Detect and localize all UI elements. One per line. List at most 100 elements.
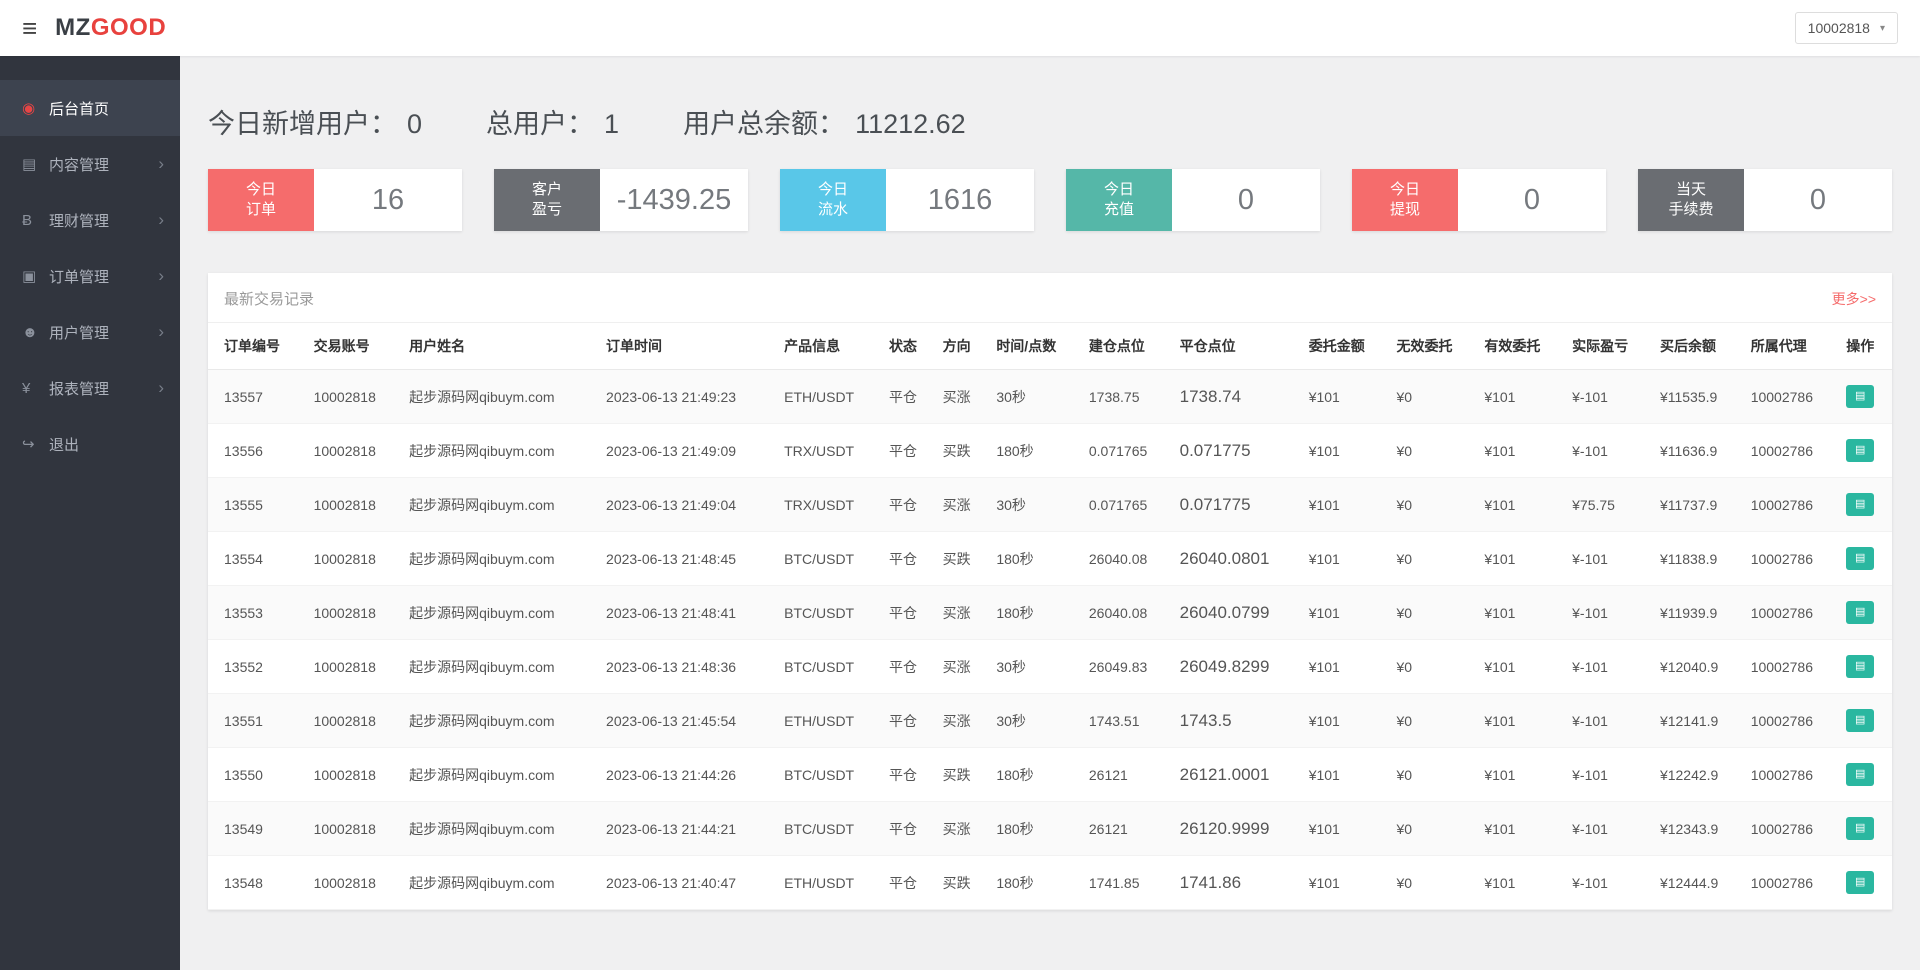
- cell-agent: 10002786: [1742, 639, 1839, 694]
- cell-direction: 买涨: [934, 585, 989, 640]
- chevron-right-icon: ›: [158, 266, 164, 285]
- sidebar-item-home[interactable]: ◉ 后台首页: [0, 80, 180, 136]
- sidebar-item-user[interactable]: ☻ 用户管理 ›: [0, 304, 180, 360]
- cell-balance: ¥12242.9: [1651, 747, 1743, 802]
- sidebar-item-report[interactable]: ¥ 报表管理 ›: [0, 360, 180, 416]
- cell-order_id: 13552: [208, 639, 306, 694]
- table-row: 13552 10002818 起步源码网qibuym.com 2023-06-13 2…: [208, 639, 1892, 694]
- stat-card-label-line: 今日: [1103, 180, 1134, 198]
- cell-invalid: ¥0: [1388, 531, 1477, 586]
- stat-card-label-line: 客户: [531, 180, 562, 198]
- stat-card-label: 客户 盈亏: [494, 169, 600, 231]
- cell-operation: ▤: [1838, 531, 1892, 586]
- app-logo: MZGOOD: [55, 14, 166, 42]
- cell-product: BTC/USDT: [776, 801, 881, 856]
- table-row: 13550 10002818 起步源码网qibuym.com 2023-06-13 2…: [208, 747, 1892, 802]
- cell-status: 平仓: [881, 531, 935, 586]
- cell-status: 平仓: [881, 369, 935, 424]
- cell-entrust: ¥101: [1300, 531, 1389, 586]
- cell-username: 起步源码网qibuym.com: [401, 585, 599, 640]
- row-detail-button[interactable]: ▤: [1846, 493, 1875, 516]
- sidebar-item-content[interactable]: ▤ 内容管理 ›: [0, 136, 180, 192]
- cell-open_price: 1741.85: [1080, 855, 1172, 910]
- cell-account: 10002818: [305, 369, 402, 424]
- cell-direction: 买跌: [934, 531, 989, 586]
- account-dropdown[interactable]: 10002818 ▾: [1794, 12, 1898, 44]
- row-detail-button[interactable]: ▤: [1846, 709, 1875, 732]
- cell-profit: ¥-101: [1564, 369, 1652, 424]
- sidebar-item-label: 理财管理: [49, 212, 110, 230]
- stat-card-label-line: 今日: [1389, 180, 1420, 198]
- row-detail-button[interactable]: ▤: [1846, 439, 1875, 462]
- cell-balance: ¥11636.9: [1651, 423, 1743, 478]
- sidebar-item-finance[interactable]: Ƀ 理财管理 ›: [0, 192, 180, 248]
- table-header-row: 订单编号 交易账号 用户姓名 订单时间 产品信息 状态 方向 时间/点数 建仓点位 平仓点位 委托金…: [208, 322, 1892, 370]
- cell-open_price: 26121: [1080, 747, 1172, 802]
- cell-open_price: 0.071765: [1080, 423, 1172, 478]
- cell-product: ETH/USDT: [776, 855, 881, 910]
- cell-duration: 180秒: [988, 855, 1081, 910]
- cell-username: 起步源码网qibuym.com: [401, 693, 599, 748]
- cell-close_price: 1743.5: [1171, 693, 1301, 748]
- cell-close_price: 26121.0001: [1171, 747, 1301, 802]
- cell-agent: 10002786: [1742, 585, 1839, 640]
- cell-balance: ¥11737.9: [1651, 477, 1743, 532]
- cell-product: ETH/USDT: [776, 693, 881, 748]
- panel-title: 最新交易记录: [224, 291, 315, 308]
- cell-order_id: 13549: [208, 801, 306, 856]
- cell-profit: ¥-101: [1564, 855, 1652, 910]
- cell-time: 2023-06-13 21:48:36: [598, 639, 777, 694]
- cell-username: 起步源码网qibuym.com: [401, 423, 599, 478]
- summary-value: 1: [604, 109, 620, 139]
- more-link[interactable]: 更多>>: [1832, 289, 1876, 309]
- cell-valid: ¥101: [1476, 585, 1565, 640]
- summary-total-balance: 用户总余额： 11212.62: [683, 102, 966, 141]
- sidebar-item-logout[interactable]: ↪ 退出: [0, 416, 180, 472]
- cell-agent: 10002786: [1742, 855, 1839, 910]
- table-row: 13553 10002818 起步源码网qibuym.com 2023-06-13 2…: [208, 585, 1892, 640]
- cell-product: BTC/USDT: [776, 747, 881, 802]
- row-detail-button[interactable]: ▤: [1846, 871, 1875, 894]
- chevron-right-icon: ›: [158, 378, 164, 397]
- cell-account: 10002818: [305, 639, 402, 694]
- cell-invalid: ¥0: [1388, 477, 1477, 532]
- stat-card-value: -1439.25: [616, 183, 732, 216]
- cell-open_price: 1743.51: [1080, 693, 1172, 748]
- row-detail-button[interactable]: ▤: [1846, 601, 1875, 624]
- chevron-right-icon: ›: [158, 322, 164, 341]
- stat-cards: 今日 订单 16 客户 盈亏 -1439.25 今日 流水 1616 今日 充值 0 今日 提现 0 当天 手续…: [208, 169, 1892, 231]
- cell-duration: 180秒: [988, 423, 1081, 478]
- summary-value: 11212.62: [855, 109, 966, 139]
- cell-operation: ▤: [1838, 693, 1892, 748]
- stat-card-label-line: 盈亏: [531, 201, 562, 218]
- dashboard-icon: ◉: [22, 100, 36, 117]
- stat-card-label: 当天 手续费: [1638, 169, 1744, 231]
- cell-valid: ¥101: [1476, 423, 1565, 478]
- cell-valid: ¥101: [1476, 639, 1565, 694]
- cell-agent: 10002786: [1742, 747, 1839, 802]
- cell-username: 起步源码网qibuym.com: [401, 639, 599, 694]
- trades-table: 订单编号 交易账号 用户姓名 订单时间 产品信息 状态 方向 时间/点数 建仓点位 平仓点位 委托金…: [208, 322, 1892, 910]
- row-detail-button[interactable]: ▤: [1846, 655, 1875, 678]
- chevron-down-icon: ▾: [1879, 22, 1885, 34]
- cell-close_price: 26120.9999: [1171, 801, 1301, 856]
- row-detail-button[interactable]: ▤: [1846, 763, 1875, 786]
- stat-card-label: 今日 订单: [208, 169, 314, 231]
- menu-toggle-icon[interactable]: ≡: [22, 15, 37, 41]
- row-detail-button[interactable]: ▤: [1846, 385, 1875, 408]
- cell-status: 平仓: [881, 585, 935, 640]
- cell-valid: ¥101: [1476, 747, 1565, 802]
- row-detail-button[interactable]: ▤: [1846, 817, 1875, 840]
- panel-header: 最新交易记录 更多>>: [208, 273, 1892, 322]
- cell-operation: ▤: [1838, 747, 1892, 802]
- cell-close_price: 1738.74: [1171, 369, 1301, 424]
- cell-valid: ¥101: [1476, 801, 1565, 856]
- sidebar-item-order[interactable]: ▣ 订单管理 ›: [0, 248, 180, 304]
- summary-new-users: 今日新增用户： 0: [208, 102, 422, 141]
- cell-time: 2023-06-13 21:49:09: [598, 423, 777, 478]
- row-detail-button[interactable]: ▤: [1846, 547, 1875, 570]
- cell-time: 2023-06-13 21:48:41: [598, 585, 777, 640]
- stat-card-label: 今日 充值: [1066, 169, 1172, 231]
- sidebar-item-label: 用户管理: [49, 324, 110, 342]
- cell-time: 2023-06-13 21:45:54: [598, 693, 777, 748]
